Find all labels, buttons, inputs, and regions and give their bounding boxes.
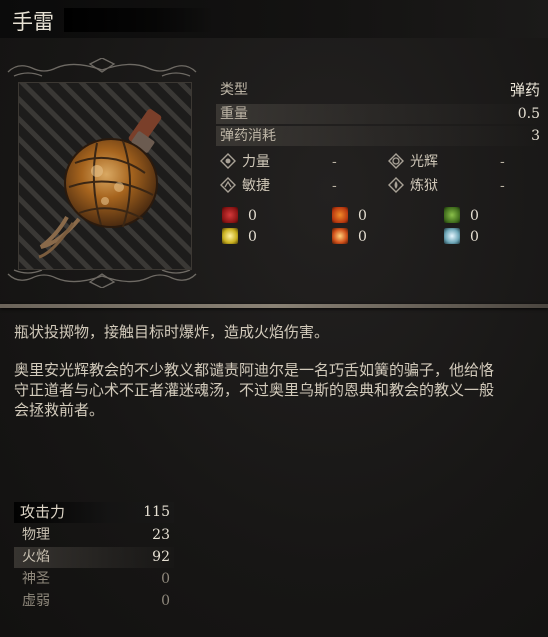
attack-fire-row: 火焰 92 (14, 547, 174, 568)
prop-ammo-row: 弹药消耗 3 (216, 126, 544, 146)
req-radiance-value: - (500, 154, 505, 170)
item-image-frame (18, 82, 192, 270)
res-bleed-value: 0 (248, 208, 257, 224)
item-lore-line-3: 会拯救前者。 (14, 401, 105, 419)
frost-icon (444, 228, 460, 244)
item-lore-line-2: 守正道者与心术不正者灌迷魂汤，不过奥里乌斯的恩典和教会的教义一般 (14, 381, 495, 399)
burn-icon (332, 228, 348, 244)
attack-frailty-value: 0 (161, 593, 170, 609)
res-poison-value: 0 (470, 208, 479, 224)
poison-icon (444, 207, 460, 223)
attack-frailty-label: 虚弱 (22, 593, 50, 609)
radiance-icon (388, 153, 404, 169)
prop-weight-value: 0.5 (517, 106, 540, 122)
prop-type-label: 类型 (220, 82, 248, 98)
attack-physical-label: 物理 (22, 527, 50, 543)
section-divider (0, 304, 548, 308)
prop-type-row: 类型 弹药 (216, 80, 544, 100)
prop-type-value: 弹药 (509, 81, 540, 99)
req-agility: 敏捷 - (220, 176, 380, 196)
req-strength-label: 力量 (242, 154, 270, 170)
res-frost-value: 0 (470, 229, 479, 245)
attack-physical-value: 23 (152, 527, 170, 543)
req-strength: 力量 - (220, 152, 380, 172)
req-strength-value: - (332, 154, 337, 170)
req-radiance: 光辉 - (388, 152, 538, 172)
fire-icon (332, 207, 348, 223)
res-burn-value: 0 (358, 229, 367, 245)
attack-holy-label: 神圣 (22, 571, 50, 587)
req-inferno-label: 炼狱 (410, 178, 438, 194)
attack-frailty-row: 虚弱 0 (14, 591, 174, 612)
bleed-icon (222, 207, 238, 223)
prop-weight-label: 重量 (220, 106, 248, 122)
attack-holy-value: 0 (161, 571, 170, 587)
attack-power-label: 攻击力 (20, 503, 66, 521)
inferno-icon (388, 177, 404, 193)
req-inferno-value: - (500, 178, 505, 194)
attack-holy-row: 神圣 0 (14, 569, 174, 590)
res-lightning-value: 0 (248, 229, 257, 245)
item-tooltip-panel: 手雷 类型 弹药 重量 0.5 弹药消耗 3 力量 - 光辉 - 敏捷 - 炼狱… (0, 0, 548, 637)
strength-icon (220, 153, 236, 169)
attack-power-value: 115 (143, 504, 170, 520)
item-lore-line-1: 奥里安光辉教会的不少教义都谴责阿迪尔是一名巧舌如簧的骗子，他给恪 (14, 361, 495, 379)
lightning-icon (222, 228, 238, 244)
grenade-icon (38, 109, 162, 259)
prop-ammo-value: 3 (531, 128, 540, 144)
attack-fire-label: 火焰 (22, 549, 50, 565)
req-agility-value: - (332, 178, 337, 194)
prop-ammo-label: 弹药消耗 (220, 128, 276, 144)
item-summary: 瓶状投掷物，接触目标时爆炸，造成火焰伤害。 (14, 323, 330, 341)
attack-physical-row: 物理 23 (14, 525, 174, 546)
agility-icon (220, 177, 236, 193)
req-radiance-label: 光辉 (410, 154, 438, 170)
req-inferno: 炼狱 - (388, 176, 538, 196)
attack-power-header: 攻击力 115 (14, 502, 174, 523)
title-bar: 手雷 (0, 0, 548, 38)
res-fire-value: 0 (358, 208, 367, 224)
attack-fire-value: 92 (152, 549, 170, 565)
prop-weight-row: 重量 0.5 (216, 104, 544, 124)
item-title: 手雷 (12, 10, 54, 34)
req-agility-label: 敏捷 (242, 178, 270, 194)
title-shade (64, 8, 214, 32)
